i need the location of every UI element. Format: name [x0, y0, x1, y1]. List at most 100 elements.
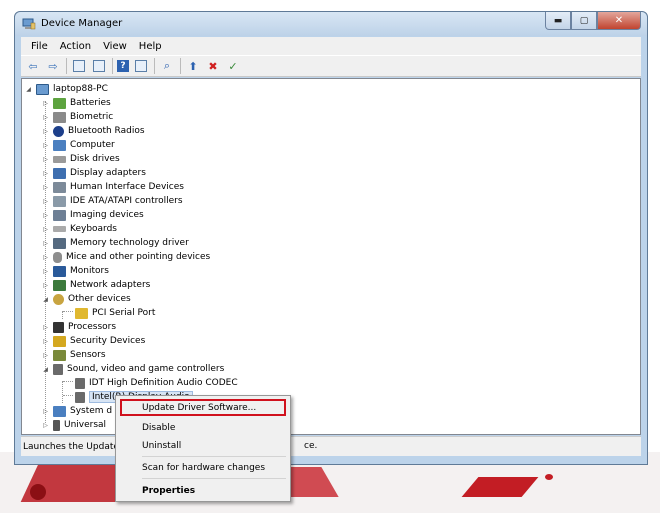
expand-icon[interactable]: ▷	[42, 408, 49, 415]
help-icon[interactable]: ?	[117, 60, 129, 72]
tree-item[interactable]: ◢ Other devices	[42, 292, 131, 306]
expand-icon[interactable]: ▷	[42, 240, 49, 247]
expand-icon[interactable]: ▷	[42, 170, 49, 177]
properties-menu-item[interactable]: Properties	[142, 486, 195, 496]
tree-guide	[63, 381, 73, 382]
window-title: Device Manager	[41, 18, 123, 29]
tree-item[interactable]: ▷ System d	[42, 404, 112, 418]
bluetooth-icon	[53, 125, 64, 137]
expand-icon[interactable]: ▷	[42, 282, 49, 289]
menu-view[interactable]: View	[97, 41, 133, 52]
tree-item[interactable]: ▷ Processors	[42, 320, 116, 334]
tree-item-label: Other devices	[68, 294, 131, 304]
update-driver-icon[interactable]: ⬆	[185, 58, 201, 74]
expand-icon[interactable]: ▷	[42, 198, 49, 205]
expand-icon[interactable]: ▷	[42, 268, 49, 275]
tree-item[interactable]: ◢ Sound, video and game controllers	[42, 362, 224, 376]
view-icon[interactable]	[133, 58, 149, 74]
back-icon[interactable]: ⇦	[25, 58, 41, 74]
expand-icon[interactable]: ▷	[42, 184, 49, 191]
tree-item-label: IDE ATA/ATAPI controllers	[70, 196, 183, 206]
tree-item[interactable]: IDT High Definition Audio CODEC	[75, 376, 238, 390]
collapse-icon[interactable]: ◢	[42, 366, 49, 373]
tree-item[interactable]: ▷ Display adapters	[42, 166, 146, 180]
toolbar-separator	[154, 58, 155, 74]
tree-item-label: Keyboards	[70, 224, 117, 234]
tree-item-label: Imaging devices	[70, 210, 144, 220]
tree-item[interactable]: ▷ Bluetooth Radios	[42, 124, 145, 138]
expand-icon[interactable]: ▷	[42, 114, 49, 121]
enable-icon[interactable]: ✓	[225, 58, 241, 74]
scan-hardware-menu-item[interactable]: Scan for hardware changes	[142, 463, 265, 473]
expand-icon[interactable]: ▷	[42, 352, 49, 359]
tree-item[interactable]: ▷ Batteries	[42, 96, 111, 110]
tree-item[interactable]: ▷ Security Devices	[42, 334, 145, 348]
sensor-icon	[53, 349, 66, 361]
tree-item[interactable]: ▷ Universal	[42, 418, 106, 432]
collapse-icon[interactable]: ◢	[42, 296, 49, 303]
window-controls: ▬ ▢ ✕	[545, 12, 641, 30]
expand-icon[interactable]: ▷	[42, 128, 49, 135]
toolbar-separator	[180, 58, 181, 74]
collapse-icon[interactable]: ◢	[25, 86, 32, 93]
ide-controller-icon	[53, 195, 66, 207]
expand-icon[interactable]: ▷	[42, 142, 49, 149]
tree-item[interactable]: ▷ Keyboards	[42, 222, 117, 236]
device-tree[interactable]: ◢ laptop88-PC ▷ Batteries ▷ Biometric ▷ …	[21, 78, 641, 435]
status-bar: Launches the Update ce.	[21, 436, 641, 456]
disable-menu-item[interactable]: Disable	[142, 423, 175, 433]
disk-icon	[53, 155, 66, 163]
show-hidden-icon[interactable]	[91, 58, 107, 74]
menu-action[interactable]: Action	[54, 41, 97, 52]
tree-item[interactable]: ▷ IDE ATA/ATAPI controllers	[42, 194, 183, 208]
monitor-icon	[53, 265, 66, 277]
tree-root[interactable]: ◢ laptop88-PC	[25, 82, 108, 96]
tree-item[interactable]: ▷ Monitors	[42, 264, 109, 278]
forward-icon[interactable]: ⇨	[45, 58, 61, 74]
tree-guide	[62, 311, 63, 319]
expand-icon[interactable]: ▷	[42, 422, 49, 429]
tree-item[interactable]: ▷ Network adapters	[42, 278, 150, 292]
uninstall-icon[interactable]: ✖	[205, 58, 221, 74]
tree-item[interactable]: ▷ Disk drives	[42, 152, 119, 166]
speaker-icon	[75, 377, 85, 389]
expand-icon[interactable]: ▷	[42, 254, 49, 261]
tree-item[interactable]: ▷ Human Interface Devices	[42, 180, 184, 194]
usb-icon	[53, 419, 60, 431]
status-text: Launches the Update	[23, 441, 119, 452]
tree-item[interactable]: ▷ Biometric	[42, 110, 113, 124]
tree-item[interactable]: ▷ Imaging devices	[42, 208, 144, 222]
maximize-button[interactable]: ▢	[571, 12, 597, 30]
tree-item-label: Sensors	[70, 350, 106, 360]
expand-icon[interactable]: ▷	[42, 324, 49, 331]
warning-device-icon	[75, 307, 88, 319]
tree-item-label: Human Interface Devices	[70, 182, 184, 192]
tree-item[interactable]: PCI Serial Port	[75, 306, 155, 320]
menu-help[interactable]: Help	[133, 41, 168, 52]
processor-icon	[53, 321, 64, 333]
tree-item[interactable]: ▷ Memory technology driver	[42, 236, 189, 250]
network-icon	[53, 279, 66, 291]
properties-icon[interactable]	[71, 58, 87, 74]
tree-item-label: Monitors	[70, 266, 109, 276]
menu-file[interactable]: File	[25, 41, 54, 52]
speaker-icon	[53, 363, 63, 375]
keyboard-icon	[53, 226, 66, 232]
expand-icon[interactable]: ▷	[42, 100, 49, 107]
uninstall-menu-item[interactable]: Uninstall	[142, 441, 181, 451]
tree-item[interactable]: ▷ Mice and other pointing devices	[42, 250, 210, 264]
tree-item[interactable]: ▷ Computer	[42, 138, 115, 152]
expand-icon[interactable]: ▷	[42, 156, 49, 163]
update-driver-menu-item[interactable]: Update Driver Software...	[142, 403, 256, 413]
expand-icon[interactable]: ▷	[42, 226, 49, 233]
tree-item-label: Computer	[70, 140, 115, 150]
memory-icon	[53, 237, 66, 249]
title-bar[interactable]: Device Manager ▬ ▢ ✕	[15, 12, 647, 36]
tree-item-label: Memory technology driver	[70, 238, 189, 248]
close-button[interactable]: ✕	[597, 12, 641, 30]
expand-icon[interactable]: ▷	[42, 212, 49, 219]
scan-icon[interactable]: ⌕	[159, 58, 175, 74]
tree-item[interactable]: ▷ Sensors	[42, 348, 106, 362]
expand-icon[interactable]: ▷	[42, 338, 49, 345]
minimize-button[interactable]: ▬	[545, 12, 571, 30]
